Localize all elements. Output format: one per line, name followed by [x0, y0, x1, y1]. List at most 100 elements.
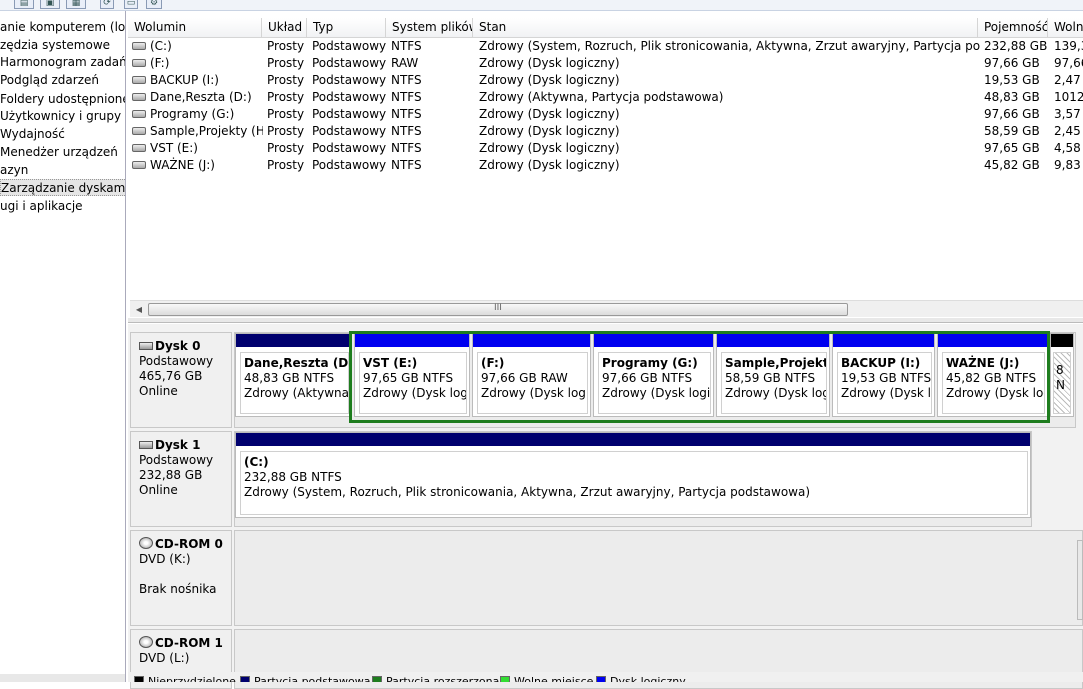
column-header-status[interactable]: Stan [473, 18, 978, 38]
disk-1-label[interactable]: Dysk 1 Podstawowy 232,88 GB Online [130, 431, 232, 527]
cell-volume: VST (E:) [128, 140, 263, 157]
tree-item-event-viewer[interactable]: Podgląd zdarzeń [0, 72, 99, 89]
partition-primary[interactable]: (C:) 232,88 GB NTFS Zdrowy (System, Rozruc… [235, 432, 1031, 518]
partition-body: (C:) 232,88 GB NTFS Zdrowy (System, Rozruc… [240, 451, 1028, 515]
cell-free: 1012 [1054, 90, 1083, 104]
drive-icon [132, 160, 146, 169]
cell-filesystem: NTFS [391, 107, 422, 121]
cell-type: Podstawowy [312, 124, 387, 138]
console-tree-button[interactable]: ▤ [14, 0, 34, 9]
table-row[interactable]: Dane,Reszta (D:) Prosty Podstawowy NTFS Zdro… [128, 89, 1083, 106]
tree-item-computer-management[interactable]: anie komputerem (loka [0, 19, 125, 36]
column-header-volume[interactable]: Wolumin [128, 18, 262, 38]
volume-name: BACKUP (I:) [150, 73, 219, 87]
volume-name: WAŻNE (J:) [150, 158, 215, 172]
graph-vertical-scrollbar[interactable] [1077, 540, 1083, 620]
legend-swatch-unallocated [134, 676, 144, 682]
volume-name: Sample,Projekty (H:) [150, 124, 263, 138]
cell-free: 139,3 [1054, 39, 1083, 53]
tree-item-system-tools[interactable]: zędzia systemowe [0, 37, 110, 54]
help-button[interactable]: ▦ [66, 0, 86, 9]
cell-capacity: 97,66 GB [984, 56, 1040, 70]
cell-type: Podstawowy [312, 158, 387, 172]
legend-swatch-primary [240, 676, 250, 682]
console-tree-icon: ▤ [19, 0, 29, 8]
column-header-free[interactable]: Woln [1048, 18, 1083, 38]
cell-volume: (F:) [128, 55, 263, 72]
table-row[interactable]: (F:) Prosty Podstawowy RAW Zdrowy (Dysk logi… [128, 55, 1083, 72]
disk-type: DVD (K:) [139, 552, 191, 566]
hard-disk-icon [139, 440, 153, 449]
tree-item-services-apps[interactable]: ugi i aplikacje [0, 198, 83, 215]
table-row[interactable]: WAŻNE (J:) Prosty Podstawowy NTFS Zdrowy (Dy… [128, 157, 1083, 174]
legend-free: Wolne miejsce [514, 675, 594, 682]
table-row[interactable]: Sample,Projekty (H:) Prosty Podstawowy NTFS… [128, 123, 1083, 140]
column-header-filesystem[interactable]: System plików [386, 18, 473, 38]
cell-status: Zdrowy (Dysk logiczny) [479, 73, 620, 87]
partition-body: Dane,Reszta (D:) 48,83 GB NTFS Zdrowy (Akt… [240, 352, 349, 414]
refresh-button[interactable]: ⟳ [100, 0, 114, 9]
partition-size: 232,88 GB NTFS [244, 470, 342, 484]
tree-item-task-scheduler[interactable]: Harmonogram zadań [0, 54, 125, 71]
extended-partition-frame[interactable] [349, 331, 1050, 423]
partition-size: 8 [1056, 363, 1064, 377]
disk-0-partitions: Dane,Reszta (D:) 48,83 GB NTFS Zdrowy (Akt… [234, 331, 1076, 428]
scroll-thumb[interactable]: III [148, 303, 848, 316]
cell-capacity: 58,59 GB [984, 124, 1040, 138]
partition-primary[interactable]: Dane,Reszta (D:) 48,83 GB NTFS Zdrowy (Akt… [235, 333, 352, 417]
pane-splitter[interactable] [128, 318, 1083, 323]
settings-button[interactable]: ⚙ [146, 0, 162, 9]
volume-list-scrollbar[interactable]: ◀ III [130, 300, 1083, 317]
cdrom-0-area [234, 530, 1083, 626]
legend-bar: Nieprzydzielone Partycja podstawowa Part… [128, 672, 1083, 682]
tree-horizontal-scrollbar[interactable] [0, 674, 125, 682]
cell-status: Zdrowy (Dysk logiczny) [479, 158, 620, 172]
tree-item-users-groups[interactable]: Użytkownicy i grupy lok [0, 108, 125, 125]
toolbar: ▤ ▣ ▦ ⟳ ▭ ⚙ [0, 0, 1083, 11]
properties-button[interactable]: ▣ [40, 0, 60, 9]
column-header-type[interactable]: Typ [307, 18, 386, 38]
column-header-layout[interactable]: Układ [262, 18, 307, 38]
partition-state: N [1056, 378, 1065, 392]
scroll-left-arrow[interactable]: ◀ [132, 303, 146, 316]
tree-item-shared-folders[interactable]: Foldery udostępnione [0, 91, 125, 108]
console-tree: anie komputerem (loka zędzia systemowe H… [0, 11, 126, 682]
drive-icon [132, 58, 146, 67]
disk-type: Podstawowy [139, 453, 214, 467]
column-header-capacity[interactable]: Pojemność [978, 18, 1048, 38]
tree-item-device-manager[interactable]: Menedżer urządzeń [0, 144, 118, 161]
disk-status: Brak nośnika [139, 582, 217, 596]
table-row[interactable]: VST (E:) Prosty Podstawowy NTFS Zdrowy (Dysk… [128, 140, 1083, 157]
cell-status: Zdrowy (System, Rozruch, Plik stronicowa… [479, 39, 980, 53]
drive-icon [132, 143, 146, 152]
tree-item-disk-management[interactable]: Zarządzanie dyskami [0, 179, 125, 196]
hard-disk-icon [139, 341, 153, 350]
cell-status: Zdrowy (Dysk logiczny) [479, 107, 620, 121]
cell-free: 9,83 [1054, 158, 1081, 172]
partition-color-bar [1051, 334, 1073, 347]
cell-capacity: 19,53 GB [984, 73, 1040, 87]
disk-1-partitions: (C:) 232,88 GB NTFS Zdrowy (System, Rozruc… [234, 431, 1032, 527]
volume-name: Dane,Reszta (D:) [150, 90, 252, 104]
partition-unallocated[interactable]: 8N [1050, 333, 1074, 417]
partition-color-bar [236, 334, 351, 347]
cell-filesystem: NTFS [391, 39, 422, 53]
refresh-icon: ⟳ [103, 0, 111, 8]
partition-color-bar [236, 433, 1030, 446]
cell-type: Podstawowy [312, 39, 387, 53]
drive-icon [132, 41, 146, 50]
table-row[interactable]: BACKUP (I:) Prosty Podstawowy NTFS Zdrowy (D… [128, 72, 1083, 89]
cdrom-0-label[interactable]: CD-ROM 0 DVD (K:) Brak nośnika [130, 530, 232, 626]
table-row[interactable]: Programy (G:) Prosty Podstawowy NTFS Zdrowy … [128, 106, 1083, 123]
partition-title: Dane,Reszta (D:) [244, 356, 349, 370]
tree-item-storage[interactable]: azyn [0, 162, 28, 179]
cell-volume: Sample,Projekty (H:) [128, 123, 263, 140]
table-row[interactable]: (C:) Prosty Podstawowy NTFS Zdrowy (System, … [128, 38, 1083, 55]
cell-type: Podstawowy [312, 56, 387, 70]
drive-icon [132, 126, 146, 135]
export-button[interactable]: ▭ [124, 0, 138, 9]
disk-0-label[interactable]: Dysk 0 Podstawowy 465,76 GB Online [130, 332, 232, 428]
cell-type: Podstawowy [312, 107, 387, 121]
partition-body: 8N [1053, 352, 1071, 414]
tree-item-performance[interactable]: Wydajność [0, 126, 65, 143]
